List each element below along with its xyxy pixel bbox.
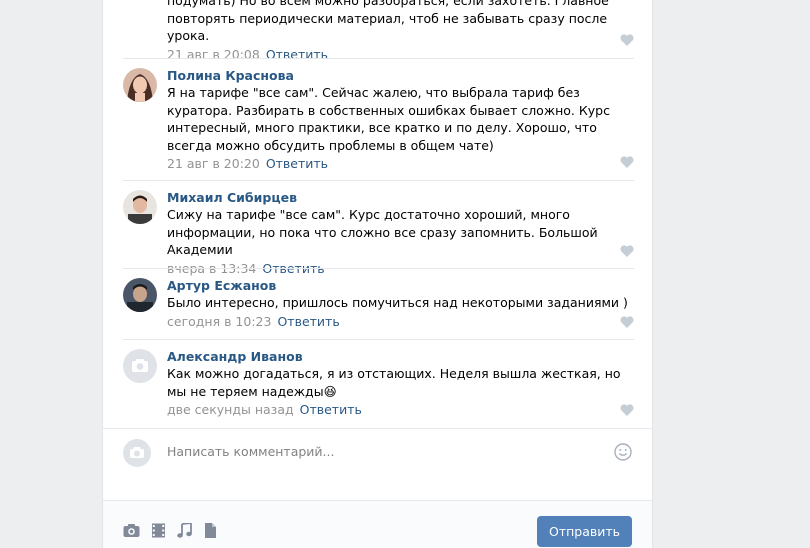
document-icon[interactable] <box>202 523 219 538</box>
comment-item: Полина Краснова Я на тарифе "все сам". С… <box>123 68 634 172</box>
heart-icon[interactable] <box>620 156 634 168</box>
comment-text: Было интересно, пришлось помучиться над … <box>167 295 628 310</box>
comment-author[interactable]: Полина Краснова <box>167 68 634 84</box>
divider <box>123 268 634 269</box>
reply-link[interactable]: Ответить <box>266 47 328 62</box>
comments-card: подумать) Но во всем можно разобраться, … <box>102 0 653 548</box>
avatar[interactable] <box>123 278 157 312</box>
comment-item: Артур Есжанов Было интересно, пришлось п… <box>123 278 634 332</box>
avatar[interactable] <box>123 190 157 224</box>
heart-icon[interactable] <box>620 404 634 416</box>
smile-icon[interactable] <box>614 443 632 461</box>
send-button[interactable]: Отправить <box>537 516 632 547</box>
comment-meta: две секунды назад Ответить <box>167 401 634 418</box>
comment-time[interactable]: 21 авг в 20:08 <box>167 47 260 62</box>
divider <box>123 180 634 181</box>
comment-meta: 21 авг в 20:20 Ответить <box>167 155 634 172</box>
comment-meta: 21 авг в 20:08 Ответить <box>167 46 634 63</box>
comment-time[interactable]: сегодня в 10:23 <box>167 314 271 329</box>
divider <box>123 339 634 340</box>
heart-icon[interactable] <box>620 245 634 257</box>
avatar[interactable] <box>123 68 157 102</box>
reply-link[interactable]: Ответить <box>300 402 362 417</box>
comment-time[interactable]: 21 авг в 20:20 <box>167 156 260 171</box>
camera-icon[interactable] <box>123 523 140 538</box>
avatar <box>123 439 151 467</box>
comment-meta: сегодня в 10:23 Ответить <box>167 313 634 330</box>
laughing-emoji: 😆 <box>323 383 337 399</box>
comment-text-wrap: Как можно догадаться, я из отстающих. Не… <box>167 365 629 400</box>
comment-input[interactable]: Написать комментарий... <box>167 444 334 459</box>
comment-text: Я на тарифе "все сам". Сейчас жалею, что… <box>167 85 610 153</box>
music-icon[interactable] <box>176 523 193 538</box>
reply-link[interactable]: Ответить <box>277 314 339 329</box>
comment-item: Михаил Сибирцев Сижу на тарифе "все сам"… <box>123 190 634 276</box>
heart-icon[interactable] <box>620 316 634 328</box>
video-icon[interactable] <box>150 523 167 538</box>
avatar[interactable] <box>123 349 157 383</box>
comment-item: Александр Иванов Как можно догадаться, я… <box>123 349 634 421</box>
heart-icon[interactable] <box>620 34 634 46</box>
composer-toolbar: Отправить <box>103 500 652 548</box>
divider <box>123 58 634 59</box>
comment-author[interactable]: Александр Иванов <box>167 349 634 365</box>
comment-text: Сижу на тарифе "все сам". Курс достаточн… <box>167 207 598 257</box>
comment-text: подумать) Но во всем можно разобраться, … <box>167 0 609 43</box>
comment-composer: Написать комментарий... <box>103 428 652 500</box>
comment-author[interactable]: Михаил Сибирцев <box>167 190 634 206</box>
reply-link[interactable]: Ответить <box>266 156 328 171</box>
comment-author[interactable]: Артур Есжанов <box>167 278 634 294</box>
comment-text: Как можно догадаться, я из отстающих. Не… <box>167 366 621 399</box>
camera-icon <box>132 359 148 372</box>
comment-item: подумать) Но во всем можно разобраться, … <box>123 0 634 62</box>
camera-icon <box>130 447 144 458</box>
comment-time[interactable]: две секунды назад <box>167 402 294 417</box>
